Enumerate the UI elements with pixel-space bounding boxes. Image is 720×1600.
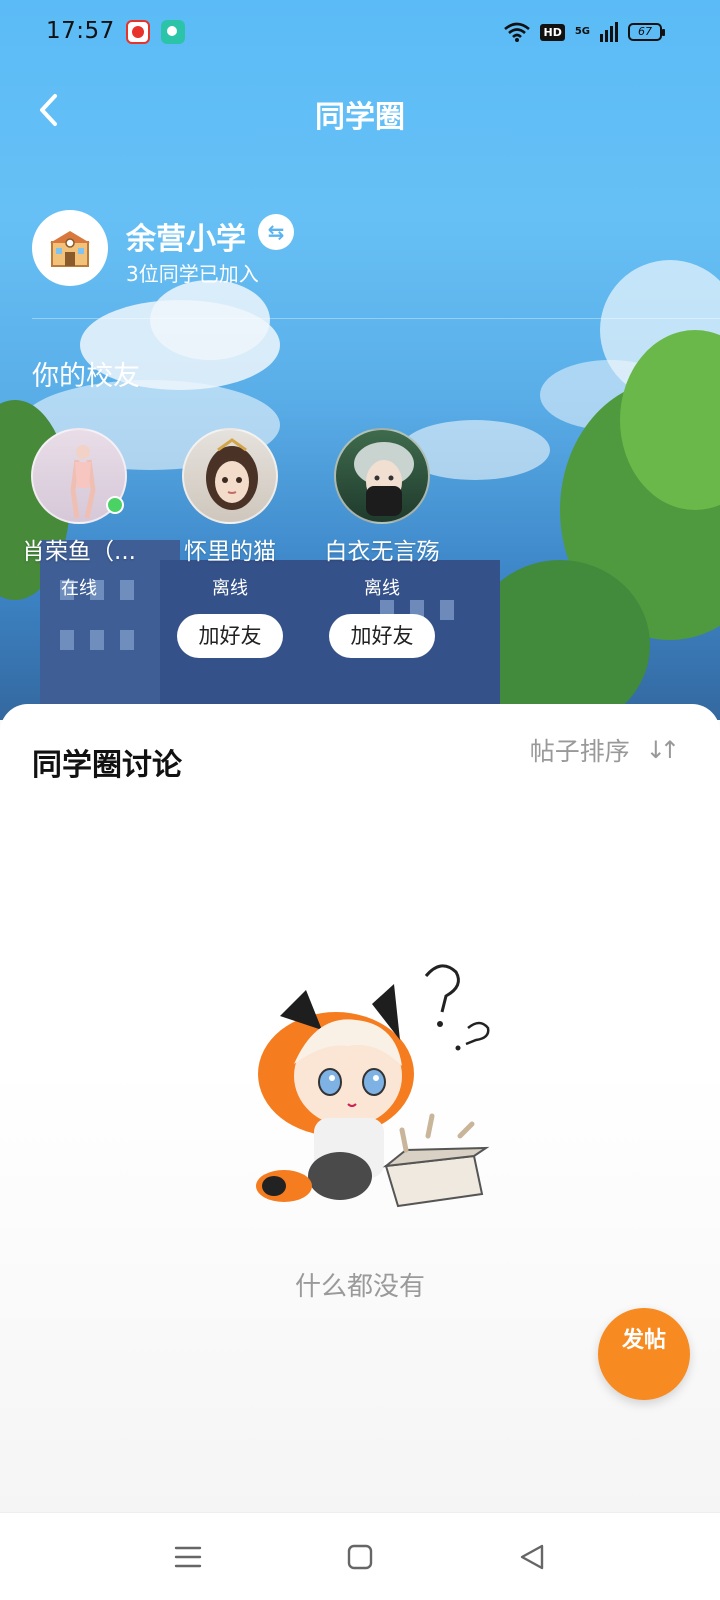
- alumni-card[interactable]: 怀里的猫 离线 加好友: [155, 428, 305, 658]
- friend-name: 白衣无言殇: [324, 539, 440, 565]
- hd-badge: HD: [540, 23, 565, 41]
- status-bar: 17:57 HD 5G 67: [0, 0, 720, 64]
- friend-name: 肖荣鱼（...: [22, 539, 136, 565]
- discussion-panel: 同学圈讨论 帖子排序 ↓↑ 什么都没有: [0, 704, 720, 1512]
- divider: [32, 318, 720, 319]
- friend-name: 怀里的猫: [184, 539, 276, 565]
- battery-icon: 67: [628, 23, 665, 41]
- online-indicator-icon: [106, 496, 124, 514]
- create-post-button[interactable]: 发帖: [598, 1308, 690, 1400]
- notification-chat-app-icon: [161, 20, 185, 44]
- back-triangle-icon[interactable]: [514, 1539, 550, 1575]
- cell-signal-icon: [600, 22, 618, 42]
- empty-state-text: 什么都没有: [294, 1272, 425, 1302]
- alumni-section-title: 你的校友: [32, 361, 140, 392]
- wifi-icon: [504, 22, 531, 42]
- empty-state-illustration: [256, 964, 490, 1208]
- alumni-card[interactable]: 肖荣鱼（... 在线: [4, 428, 154, 600]
- home-icon[interactable]: [342, 1539, 378, 1575]
- menu-icon[interactable]: [170, 1539, 206, 1575]
- friend-status: 离线: [364, 578, 400, 599]
- sort-button[interactable]: 帖子排序 ↓↑: [529, 732, 680, 768]
- alumni-card[interactable]: 白衣无言殇 离线 加好友: [307, 428, 457, 658]
- add-friend-button[interactable]: 加好友: [329, 614, 435, 658]
- avatar[interactable]: [334, 428, 430, 524]
- friend-status: 在线: [61, 578, 97, 599]
- discussion-title: 同学圈讨论: [32, 748, 182, 783]
- avatar[interactable]: [182, 428, 278, 524]
- school-name[interactable]: 余营小学: [126, 214, 246, 258]
- swap-icon[interactable]: ⇆: [258, 214, 294, 250]
- create-post-label: 发帖: [621, 1328, 666, 1353]
- system-navigation-bar: [0, 1512, 720, 1600]
- status-time: 17:57: [46, 18, 115, 44]
- notification-video-app-icon: [126, 20, 150, 44]
- network-type: 5G: [574, 26, 590, 37]
- friend-status: 离线: [212, 578, 248, 599]
- sort-icon: ↓↑: [645, 736, 680, 764]
- page-title: 同学圈: [315, 100, 405, 135]
- school-member-count: 3位同学已加入: [126, 262, 259, 286]
- school-icon[interactable]: [32, 210, 108, 286]
- add-friend-button[interactable]: 加好友: [177, 614, 283, 658]
- sort-label: 帖子排序: [529, 737, 630, 766]
